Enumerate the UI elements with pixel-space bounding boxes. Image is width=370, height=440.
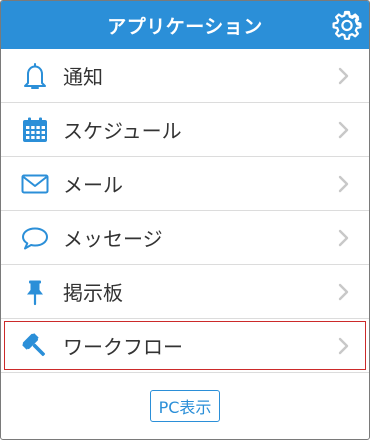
speech-bubble-icon: [20, 223, 50, 253]
app-header: アプリケーション: [1, 1, 369, 49]
chevron-right-icon: [338, 121, 350, 139]
gear-icon[interactable]: [331, 9, 363, 41]
chevron-right-icon: [338, 175, 350, 193]
chevron-right-icon: [338, 67, 350, 85]
chevron-right-icon: [338, 283, 350, 301]
footer: PC表示: [1, 390, 369, 422]
menu-item-label: メール: [63, 173, 123, 197]
calendar-icon: [20, 115, 50, 145]
pc-view-button[interactable]: PC表示: [149, 390, 221, 422]
app-menu: 通知 スケジュール メール メッセージ 掲示板 ワークフロー: [1, 49, 369, 373]
bell-icon: [20, 61, 50, 91]
menu-item-label: メッセージ: [63, 227, 163, 251]
menu-item-label: 掲示板: [63, 281, 123, 305]
menu-item-label: スケジュール: [63, 119, 182, 143]
menu-item-label: ワークフロー: [63, 335, 183, 359]
pushpin-icon: [20, 277, 50, 307]
app-window: アプリケーション 通知 スケジュール メール メッセージ 掲示板 ワークフロー …: [0, 0, 370, 440]
menu-item-mail[interactable]: メール: [1, 157, 369, 211]
menu-item-messages[interactable]: メッセージ: [1, 211, 369, 265]
envelope-icon: [20, 169, 50, 199]
chevron-right-icon: [338, 337, 350, 355]
menu-item-schedule[interactable]: スケジュール: [1, 103, 369, 157]
chevron-right-icon: [338, 229, 350, 247]
menu-item-bulletin-board[interactable]: 掲示板: [1, 265, 369, 319]
menu-item-label: 通知: [63, 65, 103, 89]
menu-item-workflow[interactable]: ワークフロー: [1, 319, 369, 373]
menu-item-notifications[interactable]: 通知: [1, 49, 369, 103]
page-title: アプリケーション: [107, 15, 263, 38]
gavel-icon: [20, 331, 50, 361]
